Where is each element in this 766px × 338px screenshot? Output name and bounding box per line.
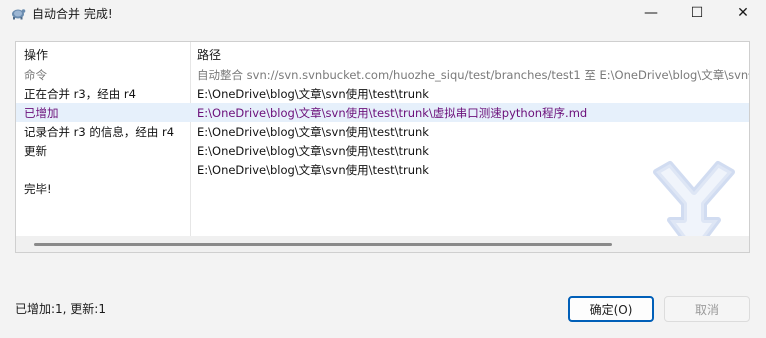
row-action: 完毕! <box>24 182 52 196</box>
maximize-button[interactable]: ☐ <box>674 0 720 26</box>
list-row[interactable]: 记录合并 r3 的信息，经由 r4 E:\OneDrive\blog\文章\sv… <box>16 122 749 141</box>
row-path: E:\OneDrive\blog\文章\svn使用\test\trunk\虚拟串… <box>197 106 588 120</box>
window-title: 自动合并 完成! <box>32 7 113 21</box>
list-header: 操作 路径 <box>16 42 749 64</box>
row-path: 自动整合 svn://svn.svnbucket.com/huozhe_siqu… <box>197 68 750 82</box>
row-path: E:\OneDrive\blog\文章\svn使用\test\trunk <box>197 144 429 158</box>
horizontal-scrollbar[interactable] <box>16 236 749 252</box>
row-action: 正在合并 r3，经由 r4 <box>24 87 136 101</box>
cancel-button[interactable]: 取消 <box>664 296 750 322</box>
row-path: E:\OneDrive\blog\文章\svn使用\test\trunk <box>197 125 429 139</box>
maximize-icon: ☐ <box>690 5 704 21</box>
list-row[interactable]: E:\OneDrive\blog\文章\svn使用\test\trunk <box>16 160 749 179</box>
row-path: E:\OneDrive\blog\文章\svn使用\test\trunk <box>197 87 429 101</box>
merge-result-list[interactable]: 操作 路径 命令 自动整合 svn://svn.svnbucket.com/hu… <box>15 41 750 253</box>
cancel-button-label: 取消 <box>694 302 719 317</box>
list-row[interactable]: 完毕! <box>16 179 749 198</box>
minimize-button[interactable]: — <box>628 0 674 26</box>
scrollbar-thumb[interactable] <box>34 243 612 246</box>
row-path: E:\OneDrive\blog\文章\svn使用\test\trunk <box>197 163 429 177</box>
column-header-action[interactable]: 操作 <box>24 46 48 63</box>
list-row[interactable]: 更新 E:\OneDrive\blog\文章\svn使用\test\trunk <box>16 141 749 160</box>
title-bar[interactable]: 自动合并 完成! — ☐ ✕ <box>0 0 766 26</box>
status-summary: 已增加:1, 更新:1 <box>15 302 106 316</box>
row-action: 记录合并 r3 的信息，经由 r4 <box>24 125 175 139</box>
column-header-path[interactable]: 路径 <box>197 46 221 63</box>
list-row[interactable]: 正在合并 r3，经由 r4 E:\OneDrive\blog\文章\svn使用\… <box>16 84 749 103</box>
list-row[interactable]: 命令 自动整合 svn://svn.svnbucket.com/huozhe_s… <box>16 65 750 84</box>
list-row-selected[interactable]: 已增加 E:\OneDrive\blog\文章\svn使用\test\trunk… <box>16 103 749 122</box>
ok-button-label: 确定(O) <box>589 302 633 317</box>
close-icon: ✕ <box>737 5 749 21</box>
row-action: 命令 <box>24 68 47 82</box>
minimize-icon: — <box>644 5 658 21</box>
row-action: 已增加 <box>24 106 59 120</box>
ok-button[interactable]: 确定(O) <box>568 296 654 322</box>
close-button[interactable]: ✕ <box>720 0 766 26</box>
row-action: 更新 <box>24 144 47 158</box>
tortoise-svn-icon <box>12 9 26 20</box>
